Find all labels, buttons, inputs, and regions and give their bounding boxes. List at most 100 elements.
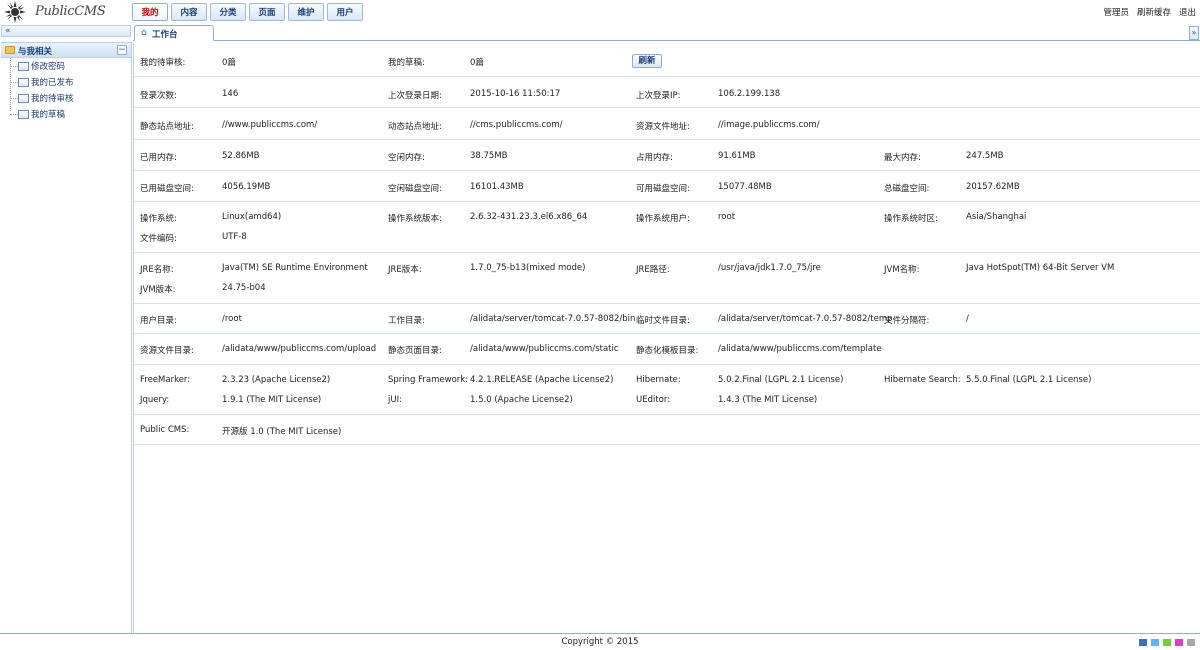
jquery-label: Jquery: [140, 395, 170, 405]
file-encoding-label: 文件编码: [140, 234, 177, 244]
collapse-panel-button[interactable]: − [117, 45, 127, 55]
used-disk-label: 已用磁盘空间: [140, 184, 194, 194]
nav-tab-category[interactable]: 分类 [210, 3, 246, 21]
info-row: 资源文件目录: /alidata/www/publiccms.com/uploa… [134, 334, 1200, 365]
sidebar-item-label: 修改密码 [31, 62, 66, 72]
temp-dir-value: /alidata/server/tomcat-7.0.57-8082/temp [718, 314, 893, 324]
static-dir-label: 静态页面目录: [388, 346, 442, 356]
nav-tab-maintenance[interactable]: 维护 [288, 3, 324, 21]
total-disk-label: 总磁盘空间: [884, 184, 930, 194]
logout-link[interactable]: 退出 [1179, 6, 1196, 18]
jre-version-label: JRE版本: [388, 265, 422, 275]
info-row: 我的待审核: 0篇 我的草稿: 0篇 刷新 [134, 43, 1200, 77]
refresh-cache-link[interactable]: 刷新缓存 [1137, 6, 1171, 18]
theme-swatch-lightblue[interactable] [1151, 639, 1159, 646]
nav-tab-content[interactable]: 内容 [171, 3, 207, 21]
theme-swatch-gray[interactable] [1187, 639, 1195, 646]
last-login-ip-value: 106.2.199.138 [718, 89, 781, 99]
jre-version-value: 1.7.0_75-b13(mixed mode) [470, 263, 586, 273]
header: PublicCMS 我的 内容 分类 页面 维护 用户 管理员 刷新缓存 退出 [0, 0, 1200, 24]
resource-url-label: 资源文件地址: [636, 122, 690, 132]
spring-label: Spring Framework: [388, 375, 469, 385]
sidebar-item-my-pending[interactable]: 我的待审核 [10, 90, 74, 106]
theme-swatch-blue[interactable] [1139, 639, 1147, 646]
used-disk-value: 4056.19MB [222, 182, 271, 192]
login-count-label: 登录次数: [140, 91, 177, 101]
nav-tab-mine[interactable]: 我的 [132, 3, 168, 21]
jre-path-value: /usr/java/jdk1.7.0_75/jre [718, 263, 821, 273]
hibernate-search-label: Hibernate Search: [884, 375, 961, 385]
file-encoding-value: UTF-8 [222, 232, 247, 242]
occupied-memory-value: 91.61MB [718, 151, 756, 161]
file-separator-label: 文件分隔符: [884, 316, 930, 326]
sidebar: 与我相关 − 修改密码 我的已发布 我的待审核 我的草稿 [1, 42, 132, 633]
info-row: Public CMS: 开源版 1.0 (The MIT License) [134, 415, 1200, 445]
main-nav: 我的 内容 分类 页面 维护 用户 [132, 3, 366, 21]
free-memory-value: 38.75MB [470, 151, 508, 161]
refresh-button[interactable]: 刷新 [632, 54, 662, 68]
sidebar-panel-title: 与我相关 [18, 47, 53, 57]
theme-switcher [1139, 639, 1195, 646]
template-dir-label: 静态化模板目录: [636, 346, 699, 356]
copyright-text: Copyright © 2015 [561, 637, 639, 647]
publiccms-label: Public CMS: [140, 425, 190, 435]
jvm-name-label: JVM名称: [884, 265, 920, 275]
drafts-label: 我的草稿: [388, 58, 425, 68]
nav-tab-page[interactable]: 页面 [249, 3, 285, 21]
page-icon [18, 109, 29, 119]
last-login-ip-label: 上次登录IP: [636, 91, 681, 101]
free-disk-label: 空闲磁盘空间: [388, 184, 442, 194]
tab-dashboard-label: 工作台 [152, 30, 178, 40]
sidebar-toggle-bar[interactable]: « [1, 25, 131, 37]
os-version-label: 操作系统版本: [388, 214, 442, 224]
theme-swatch-purple[interactable] [1175, 639, 1183, 646]
tab-scroll-right-icon[interactable]: » [1189, 26, 1199, 40]
sidebar-item-label: 我的已发布 [31, 78, 74, 88]
freemarker-label: FreeMarker: [140, 375, 191, 385]
logo-icon [4, 1, 26, 23]
info-row: 登录次数: 146 上次登录日期: 2015-10-16 11:50:17 上次… [134, 77, 1200, 108]
info-row: FreeMarker: 2.3.23 (Apache License2) Spr… [134, 365, 1200, 415]
sidebar-panel-header[interactable]: 与我相关 − [1, 43, 131, 58]
os-user-value: root [718, 212, 736, 222]
sidebar-item-my-drafts[interactable]: 我的草稿 [10, 106, 65, 122]
info-row: JRE名称: Java(TM) SE Runtime Environment J… [134, 253, 1200, 304]
home-icon: ⌂ [141, 28, 147, 38]
theme-swatch-green[interactable] [1163, 639, 1171, 646]
resource-url-value[interactable]: //image.publiccms.com/ [718, 120, 820, 130]
dynamic-site-value[interactable]: //cms.publiccms.com/ [470, 120, 563, 130]
admin-link[interactable]: 管理员 [1103, 6, 1129, 18]
jui-label: jUI: [388, 395, 402, 405]
pending-review-value: 0篇 [222, 58, 236, 68]
collapse-left-icon[interactable]: « [5, 25, 11, 37]
sidebar-item-change-password[interactable]: 修改密码 [10, 58, 65, 74]
freemarker-value: 2.3.23 (Apache License2) [222, 375, 331, 385]
login-count-value: 146 [222, 89, 239, 99]
drafts-value: 0篇 [470, 58, 484, 68]
tab-dashboard[interactable]: ⌂ 工作台 [134, 25, 214, 41]
usable-disk-label: 可用磁盘空间: [636, 184, 690, 194]
os-timezone-label: 操作系统时区: [884, 214, 938, 224]
total-disk-value: 20157.62MB [966, 182, 1020, 192]
os-label: 操作系统: [140, 214, 177, 224]
user-dir-value: /root [222, 314, 242, 324]
resource-dir-label: 资源文件目录: [140, 346, 194, 356]
free-disk-value: 16101.43MB [470, 182, 524, 192]
page-icon [18, 93, 29, 103]
usable-disk-value: 15077.48MB [718, 182, 772, 192]
sidebar-item-my-published[interactable]: 我的已发布 [10, 74, 74, 90]
static-site-value[interactable]: //www.publiccms.com/ [222, 120, 317, 130]
used-memory-value: 52.86MB [222, 151, 260, 161]
max-memory-value: 247.5MB [966, 151, 1004, 161]
ueditor-value: 1.4.3 (The MIT License) [718, 395, 818, 405]
hibernate-value: 5.0.2.Final (LGPL 2.1 License) [718, 375, 844, 385]
work-dir-value: /alidata/server/tomcat-7.0.57-8082/bin [470, 314, 636, 324]
spring-value: 4.2.1.RELEASE (Apache License2) [470, 375, 614, 385]
page-icon [18, 61, 29, 71]
occupied-memory-label: 占用内存: [636, 153, 673, 163]
dashboard-content: 我的待审核: 0篇 我的草稿: 0篇 刷新 登录次数: 146 上次登录日期: … [133, 43, 1200, 633]
publiccms-value: 开源版 1.0 (The MIT License) [222, 427, 342, 437]
nav-tab-user[interactable]: 用户 [327, 3, 363, 21]
info-row: 用户目录: /root 工作目录: /alidata/server/tomcat… [134, 304, 1200, 334]
logo[interactable]: PublicCMS [4, 1, 114, 23]
